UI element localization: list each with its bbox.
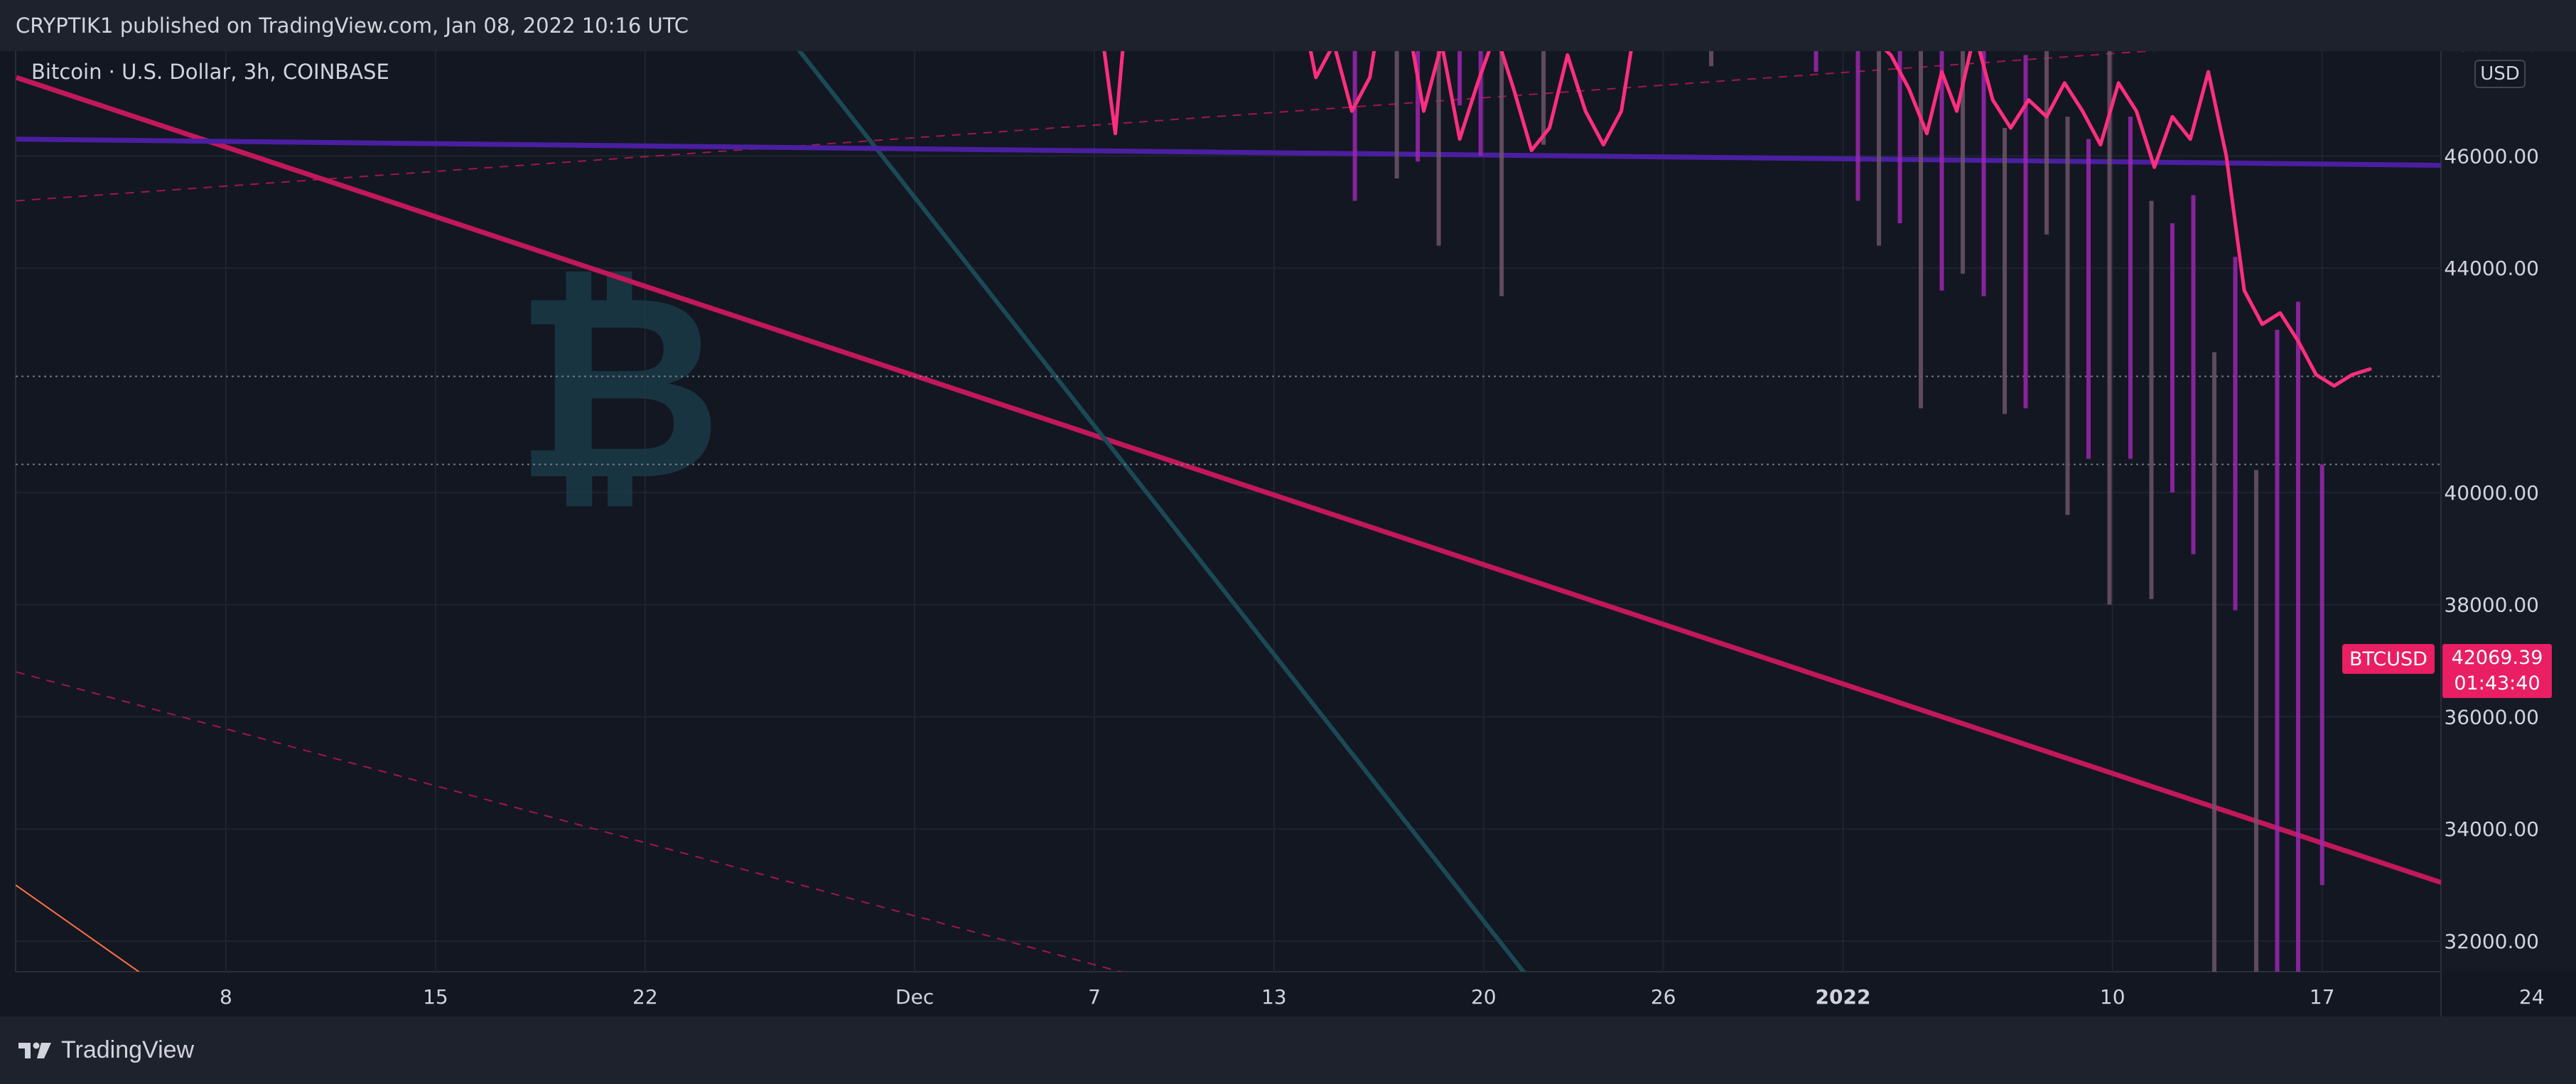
tradingview-logo-text: TradingView xyxy=(61,1036,195,1063)
x-tick-label: 7 xyxy=(1088,985,1101,1009)
x-tick-label: 24 xyxy=(2519,985,2545,1009)
bitcoin-watermark-icon: ₿ xyxy=(514,239,722,537)
y-tick-label: 38000.00 xyxy=(2444,594,2539,617)
x-tick-label: 15 xyxy=(423,985,448,1009)
currency-button[interactable]: USD xyxy=(2474,60,2526,88)
y-tick-label: 36000.00 xyxy=(2444,705,2539,729)
tradingview-logo[interactable]: TradingView xyxy=(17,1036,194,1064)
x-tick-label: 20 xyxy=(1471,985,1497,1009)
publisher-bar: CRYPTIK1 published on TradingView.com, J… xyxy=(0,0,2576,51)
x-tick-label: 2022 xyxy=(1816,985,1871,1009)
x-tick-label: 26 xyxy=(1651,985,1676,1009)
x-tick-label: 17 xyxy=(2310,985,2335,1009)
tradingview-logo-icon xyxy=(18,1042,51,1058)
y-tick-label: 32000.00 xyxy=(2444,930,2539,953)
y-tick-label: 40000.00 xyxy=(2444,481,2539,505)
symbol-title[interactable]: Bitcoin · U.S. Dollar, 3h, COINBASE xyxy=(31,60,389,84)
x-tick-label: Dec xyxy=(895,985,934,1009)
y-tick-label: 34000.00 xyxy=(2444,817,2539,841)
x-tick-label: 10 xyxy=(2100,985,2125,1009)
ticker-price-label: BTCUSD xyxy=(2342,644,2435,674)
price-chart[interactable]: ₿62000.0060000.0058000.0056000.0054000.0… xyxy=(0,0,2576,1084)
y-tick-label: 46000.00 xyxy=(2444,144,2539,168)
footer-bar: TradingView xyxy=(0,1016,2576,1084)
bar-countdown: 01:43:40 xyxy=(2454,672,2540,694)
x-tick-label: 13 xyxy=(1261,985,1287,1009)
last-price-tag: 42069.39 01:43:40 xyxy=(2442,644,2552,698)
y-tick-label: 44000.00 xyxy=(2444,257,2539,280)
publisher-line: CRYPTIK1 published on TradingView.com, J… xyxy=(16,14,689,38)
last-price-value: 42069.39 xyxy=(2451,647,2543,669)
x-tick-label: 8 xyxy=(220,985,232,1009)
x-tick-label: 22 xyxy=(632,985,658,1009)
